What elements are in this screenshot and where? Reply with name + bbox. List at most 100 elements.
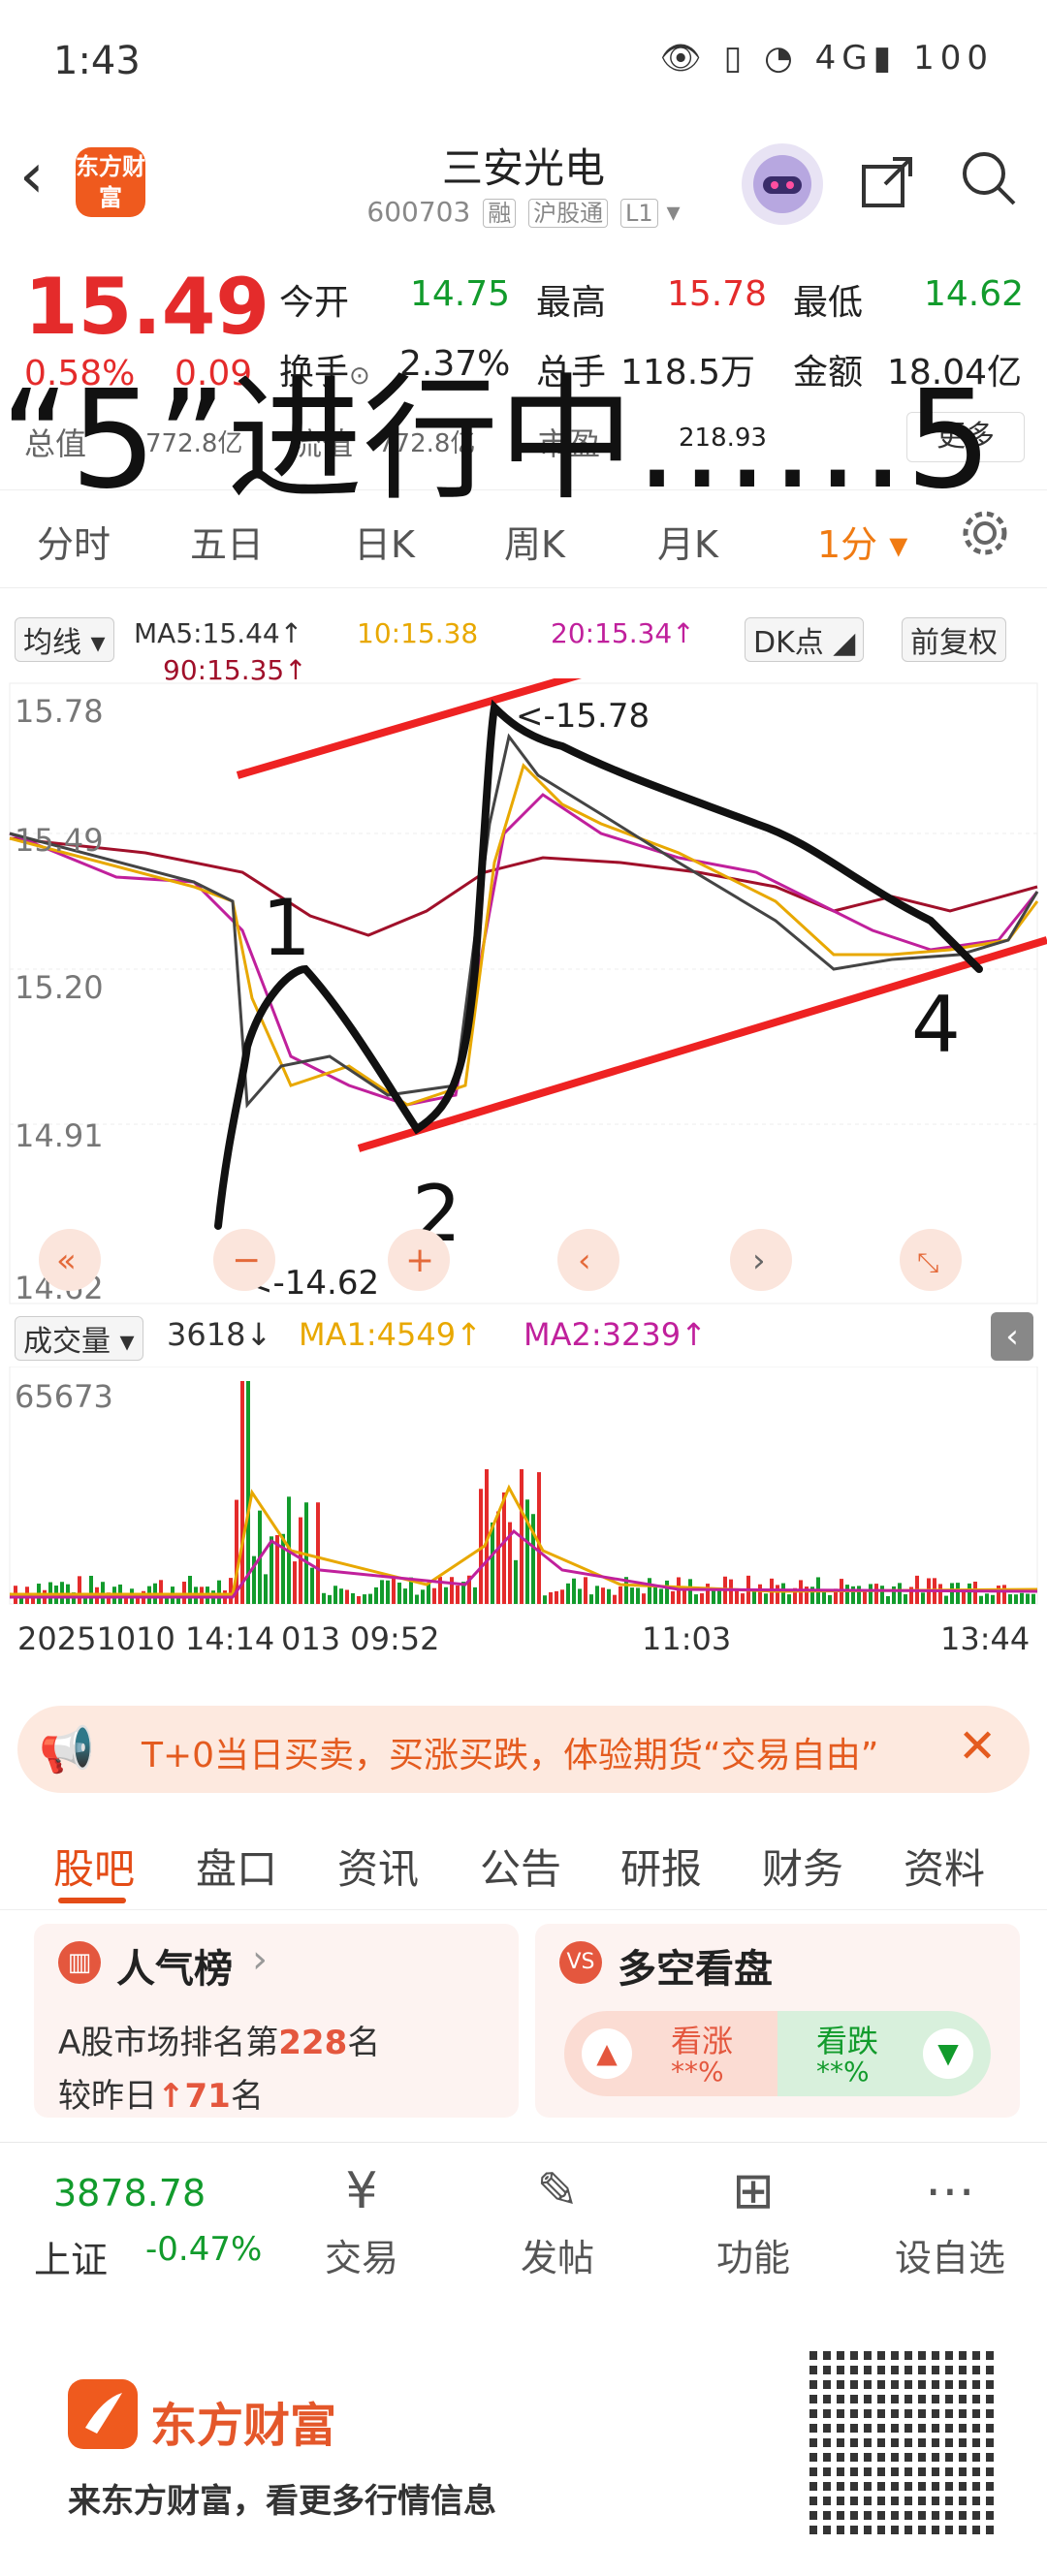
volume-bar (764, 1593, 768, 1604)
ad-banner[interactable]: 📢 T+0当日买卖，买涨买跌，体验期货“交易自由” ✕ (17, 1706, 1030, 1793)
tab-guba[interactable]: 股吧 (53, 1837, 135, 1896)
wave-label-4: 4 (911, 980, 961, 1070)
tab-timeshare[interactable]: 分时 (37, 515, 111, 568)
volume-bar (316, 1502, 320, 1604)
volume-bar (874, 1584, 878, 1604)
content-tabs: 股吧 盘口 资讯 公告 研报 财务 资料 (0, 1812, 1047, 1910)
rank-change-line: 较昨日↑71名 (58, 2077, 264, 2116)
close-icon[interactable]: ✕ (958, 1719, 997, 1774)
tag-margin: 融 (483, 199, 517, 228)
trade-button[interactable]: ¥ 交易 (308, 2162, 415, 2281)
add-watchlist-button[interactable]: ⋯ 设自选 (882, 2162, 1018, 2281)
tab-five-day[interactable]: 五日 (190, 515, 264, 568)
tag-level: L1 (620, 199, 658, 228)
collapse-panel-icon[interactable]: ‹ (991, 1312, 1033, 1361)
volume-bar (653, 1585, 657, 1604)
volume-bar (78, 1576, 81, 1604)
volume-bar (845, 1585, 849, 1604)
ma10-value: 10:15.38 (357, 617, 479, 649)
volume-bar (345, 1589, 349, 1604)
index-value[interactable]: 3878.78 (53, 2172, 206, 2215)
volume-bar (729, 1579, 733, 1604)
adjust-button[interactable]: 前复权 (902, 617, 1006, 662)
header: ‹ 东方财富 三安光电 600703 融 沪股通 L1 ▾ (0, 126, 1047, 242)
volume-bar (374, 1586, 378, 1604)
svg-text:‹: ‹ (578, 1241, 591, 1280)
volume-bar (613, 1594, 617, 1604)
volume-bar (473, 1586, 477, 1604)
ma-select[interactable]: 均线 ▾ (15, 617, 114, 662)
volume-bar (264, 1574, 268, 1604)
volume-select[interactable]: 成交量 ▾ (15, 1316, 143, 1361)
share-icon[interactable] (858, 153, 916, 225)
volume-bar (584, 1577, 587, 1604)
volume-max-label: 65673 (15, 1378, 113, 1415)
post-button[interactable]: ✎ 发帖 (504, 2162, 611, 2281)
bullish-button[interactable]: ▲ 看涨 **% (564, 2011, 777, 2096)
low-value: 14.62 (924, 274, 1025, 314)
tab-finance[interactable]: 财务 (762, 1837, 843, 1896)
volume-bar (270, 1536, 273, 1604)
popularity-card[interactable]: ▥ 人气榜 › A股市场排名第228名 较昨日↑71名 (34, 1924, 519, 2118)
bearish-button[interactable]: 看跌 **% ▼ (777, 2011, 991, 2096)
volume-bar (642, 1593, 646, 1604)
max-price-marker: <-15.78 (516, 697, 650, 736)
volume-bar (822, 1590, 826, 1604)
price-chart[interactable]: 1 2 3 4 <-15.78 <-14.62 15.78 15.49 15.2… (0, 678, 1047, 1318)
volume-bar (397, 1582, 401, 1604)
last-price: 15.49 (24, 262, 270, 352)
volume-bar (217, 1580, 221, 1604)
bottom-toolbar: 3878.78 上证 -0.47% ¥ 交易 ✎ 发帖 ⊞ 功能 ⋯ 设自选 (0, 2142, 1047, 2308)
grid-icon: ⊞ (732, 2162, 775, 2220)
volume-bar (450, 1577, 454, 1604)
volume-bar (659, 1588, 663, 1604)
tab-day-k[interactable]: 日K (354, 515, 415, 568)
chevron-down-icon[interactable]: ▾ (667, 196, 681, 228)
functions-button[interactable]: ⊞ 功能 (700, 2162, 807, 2281)
long-short-card[interactable]: VS 多空看盘 ▲ 看涨 **% 看跌 **% ▼ (535, 1924, 1020, 2118)
volume-bar (706, 1584, 710, 1604)
tab-announcements[interactable]: 公告 (480, 1837, 561, 1896)
tab-profile[interactable]: 资料 (904, 1837, 985, 1896)
tab-month-k[interactable]: 月K (657, 515, 718, 568)
volume-bar (1026, 1593, 1030, 1604)
search-icon[interactable] (958, 147, 1018, 222)
tab-one-minute[interactable]: 1分 ▾ (817, 515, 907, 568)
volume-bar (502, 1492, 506, 1604)
ma-legend-row: 均线 ▾ MA5:15.44↑ 10:15.38 20:15.34↑ 90:15… (0, 606, 1047, 686)
functions-label: 功能 (715, 2237, 790, 2279)
volume-bar (159, 1580, 163, 1604)
index-name[interactable]: 上证 (34, 2230, 108, 2283)
volume-bar (281, 1533, 285, 1604)
volume-chart[interactable]: 65673 20251010 14:14 013 09:52 11:03 13:… (0, 1367, 1047, 1686)
tab-week-k[interactable]: 周K (504, 515, 565, 568)
volume-bar (351, 1592, 355, 1604)
volume-bar (386, 1580, 390, 1604)
volume-bar (543, 1595, 547, 1604)
volume-bar (514, 1559, 518, 1604)
volume-bar (357, 1595, 361, 1604)
tab-news[interactable]: 资讯 (337, 1837, 419, 1896)
volume-bar (333, 1586, 337, 1604)
status-bar: 1:43 👁 ▯ ◔ 4G▮ 100 (0, 0, 1047, 126)
volume-bar (944, 1595, 948, 1604)
volume-bar (717, 1588, 721, 1604)
volume-bar (607, 1588, 611, 1604)
volume-bar (671, 1590, 675, 1604)
overlay-annotation-text: “5”进行中……5 (0, 361, 993, 519)
volume-bar (432, 1587, 436, 1604)
volume-bar (1002, 1585, 1006, 1604)
edit-icon: ✎ (536, 2162, 579, 2220)
volume-bar (1020, 1592, 1024, 1604)
volume-ma1: MA1:4549↑ (299, 1316, 482, 1353)
volume-bar (1014, 1594, 1018, 1604)
volume-bar (898, 1583, 902, 1604)
tab-pankou[interactable]: 盘口 (196, 1837, 277, 1896)
dk-point-button[interactable]: DK点 ◢ (745, 617, 865, 662)
tag-connect: 沪股通 (528, 199, 609, 228)
svg-text:«: « (56, 1241, 77, 1280)
volume-bar (630, 1587, 634, 1604)
assistant-avatar-icon[interactable] (742, 143, 823, 225)
tab-research[interactable]: 研报 (620, 1837, 702, 1896)
volume-legend-row: 成交量 ▾ 3618↓ MA1:4549↑ MA2:3239↑ ‹ (0, 1308, 1047, 1367)
